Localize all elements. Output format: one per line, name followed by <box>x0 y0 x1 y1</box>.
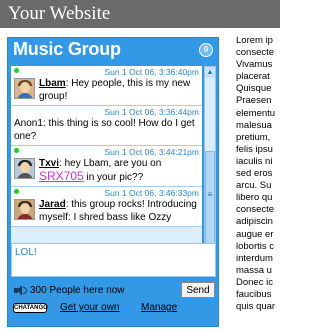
scroll-up-arrow-icon[interactable]: ▲ <box>205 67 215 78</box>
group-title: Music Group <box>13 39 121 59</box>
username-link[interactable]: Jarad <box>39 199 66 210</box>
message-text: hey Lbam, are you on <box>64 158 162 169</box>
message-text-after: in your pic?? <box>83 172 144 183</box>
message-separator: : <box>65 78 69 89</box>
scrollbar-grip-icon: ≡ <box>207 190 213 199</box>
message-timestamp: Sun 1 Oct 06, 3:36:44pm <box>104 107 199 117</box>
username-link[interactable]: Txvi <box>39 158 59 169</box>
message-link[interactable]: SRX705 <box>39 169 84 183</box>
chat-widget: Music Group 0 Sun 1 Oct 06, 3:36:40pm Lb… <box>7 37 219 327</box>
message-separator: : <box>65 199 69 210</box>
scrollbar-thumb[interactable]: ≡ <box>205 151 215 251</box>
chatango-logo[interactable]: CHATANGO <box>13 303 48 313</box>
speaker-icon[interactable] <box>14 285 27 296</box>
message-separator: : <box>59 158 62 169</box>
user-avatar[interactable] <box>14 78 35 99</box>
widget-header: Music Group 0 <box>8 38 218 64</box>
message-item: Sun 1 Oct 06, 3:46:33pm Jarad: this grou… <box>11 187 202 227</box>
message-timestamp: Sun 1 Oct 06, 3:46:33pm <box>104 188 199 198</box>
message-item: Sun 1 Oct 06, 3:44:21pm Txvi: hey Lbam, … <box>11 146 202 187</box>
message-item: Sun 1 Oct 06, 3:36:40pm Lbam: Hey people… <box>11 66 202 106</box>
widget-footer: 300 People here now Send CHATANGO Get yo… <box>8 278 218 328</box>
user-avatar[interactable] <box>14 158 35 179</box>
site-title: Your Website <box>8 3 111 24</box>
message-item: Sun 1 Oct 06, 3:36:44pm Anon1: this thin… <box>11 106 202 146</box>
message-timestamp: Sun 1 Oct 06, 3:36:40pm <box>104 67 199 77</box>
page-body-text: Lorem ip consecte Vivamus placerat Quisq… <box>236 35 276 313</box>
message-timestamp: Sun 1 Oct 06, 3:44:21pm <box>104 147 199 157</box>
message-input[interactable]: LOL! <box>11 243 216 277</box>
manage-link[interactable]: Manage <box>141 302 177 313</box>
username-link[interactable]: Lbam <box>39 78 66 89</box>
online-status-icon <box>14 148 19 153</box>
send-button[interactable]: Send <box>181 282 215 298</box>
site-header: Your Website <box>0 0 280 28</box>
message-text: Anon1: this thing is so cool! How do I g… <box>14 118 195 142</box>
get-your-own-link[interactable]: Get your own <box>60 302 119 313</box>
user-avatar[interactable] <box>14 199 35 220</box>
online-status-icon <box>14 189 19 194</box>
online-status-icon <box>14 68 19 73</box>
people-count[interactable]: 300 People here now <box>30 285 125 296</box>
unread-count-badge[interactable]: 0 <box>199 43 213 57</box>
